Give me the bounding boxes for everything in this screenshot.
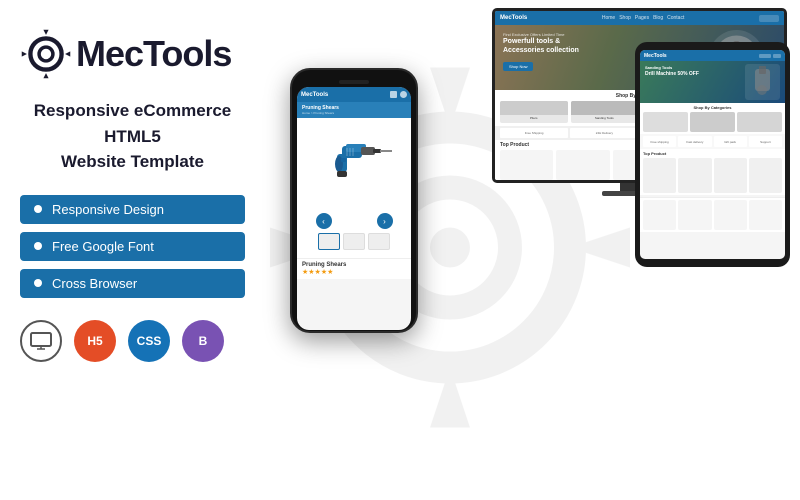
desktop-search-bar bbox=[759, 15, 779, 22]
logo-gear-icon bbox=[20, 28, 72, 80]
tablet-products-2 bbox=[640, 197, 785, 232]
feature-dot-icon bbox=[34, 279, 42, 287]
tablet-cat-2 bbox=[690, 112, 735, 132]
feature-dot-icon bbox=[34, 205, 42, 213]
tablet-cat-1 bbox=[643, 112, 688, 132]
phone-breadcrumb: Pruning Shears Home > Pruning Shears bbox=[297, 102, 411, 118]
phone-nav-arrows: ‹ › bbox=[316, 213, 393, 229]
html5-badge: H5 bbox=[74, 320, 116, 362]
monitor-badge bbox=[20, 320, 62, 362]
desktop-shop-btn[interactable]: Shop Now bbox=[503, 62, 533, 71]
logo-area: MecTools bbox=[20, 28, 245, 80]
feature-google-font: Free Google Font bbox=[20, 232, 245, 261]
desktop-hero-text: Find Exclusive Offers Limited Time Power… bbox=[503, 32, 579, 73]
phone-menu-icon bbox=[390, 91, 397, 98]
cat-item-2: Sanding Tools bbox=[571, 101, 639, 123]
phone-thumbnails bbox=[318, 233, 390, 250]
subtitle-block: Responsive eCommerce HTML5 Website Templ… bbox=[20, 98, 245, 175]
phone-notch bbox=[339, 80, 369, 84]
feature-responsive: Responsive Design bbox=[20, 195, 245, 224]
thumb-3[interactable] bbox=[368, 233, 390, 250]
feature-label-responsive: Responsive Design bbox=[52, 202, 164, 217]
subtitle-line1: Responsive eCommerce bbox=[20, 98, 245, 124]
tablet-prod-7 bbox=[714, 200, 747, 230]
tech-badges: H5 CSS B bbox=[20, 320, 245, 362]
tablet-header: MecTools bbox=[640, 50, 785, 61]
tablet-prod-6 bbox=[678, 200, 711, 230]
tablet-prod-8 bbox=[749, 200, 782, 230]
tablet-banner: Sanding Tools Drill Machine 50% OFF bbox=[640, 61, 785, 103]
desktop-site-logo: MecTools bbox=[500, 15, 527, 21]
tablet-prod-4 bbox=[749, 158, 782, 193]
tablet-prod-5 bbox=[643, 200, 676, 230]
tablet-categories: Shop By Categories bbox=[640, 103, 785, 134]
feature-cross-browser: Cross Browser bbox=[20, 269, 245, 298]
tablet-tool-image bbox=[745, 64, 780, 100]
tablet-features: Free shipping Fast delivery Gift pack Su… bbox=[640, 134, 785, 149]
phone-mockup: MecTools Pruning Shears Home > Pruning S… bbox=[290, 68, 418, 338]
tablet-prod-2 bbox=[678, 158, 711, 193]
tablet-prod-1 bbox=[643, 158, 676, 193]
phone-product-info: Pruning Shears ★★★★★ bbox=[297, 258, 411, 279]
phone-cart-icon bbox=[400, 91, 407, 98]
right-panel: MecTools Home Shop Pages Blog Contact Fi… bbox=[260, 0, 800, 500]
prod-item-1 bbox=[500, 150, 553, 180]
prev-arrow[interactable]: ‹ bbox=[316, 213, 332, 229]
phone-product-area: ‹ › bbox=[297, 118, 411, 258]
feature-dot-icon bbox=[34, 242, 42, 250]
logo-text: MecTools bbox=[76, 33, 231, 75]
tablet-prod-3 bbox=[714, 158, 747, 193]
prod-item-2 bbox=[556, 150, 609, 180]
tablet-banner-text: Sanding Tools Drill Machine 50% OFF bbox=[645, 65, 699, 77]
tablet-mockup: MecTools Sanding Tools Drill Machine 50%… bbox=[635, 42, 790, 272]
desktop-nav: Home Shop Pages Blog Contact bbox=[602, 15, 684, 21]
features-list: Responsive Design Free Google Font Cross… bbox=[20, 195, 245, 298]
thumb-2[interactable] bbox=[343, 233, 365, 250]
phone-screen: MecTools Pruning Shears Home > Pruning S… bbox=[297, 87, 411, 330]
thumb-1[interactable] bbox=[318, 233, 340, 250]
left-panel: MecTools Responsive eCommerce HTML5 Webs… bbox=[0, 0, 265, 500]
tablet-screen: MecTools Sanding Tools Drill Machine 50%… bbox=[640, 50, 785, 259]
next-arrow[interactable]: › bbox=[377, 213, 393, 229]
tablet-products: Top Product bbox=[640, 149, 785, 195]
css3-badge: CSS bbox=[128, 320, 170, 362]
phone-drill-image bbox=[317, 126, 392, 211]
feature-label-font: Free Google Font bbox=[52, 239, 154, 254]
monitor-icon bbox=[30, 332, 52, 350]
feature-label-browser: Cross Browser bbox=[52, 276, 137, 291]
tablet-cat-3 bbox=[737, 112, 782, 132]
subtitle-line3: Website Template bbox=[20, 149, 245, 175]
bootstrap-badge: B bbox=[182, 320, 224, 362]
subtitle-line2: HTML5 bbox=[20, 124, 245, 150]
phone-header: MecTools bbox=[297, 87, 411, 102]
cat-item-1: Pliers bbox=[500, 101, 568, 123]
